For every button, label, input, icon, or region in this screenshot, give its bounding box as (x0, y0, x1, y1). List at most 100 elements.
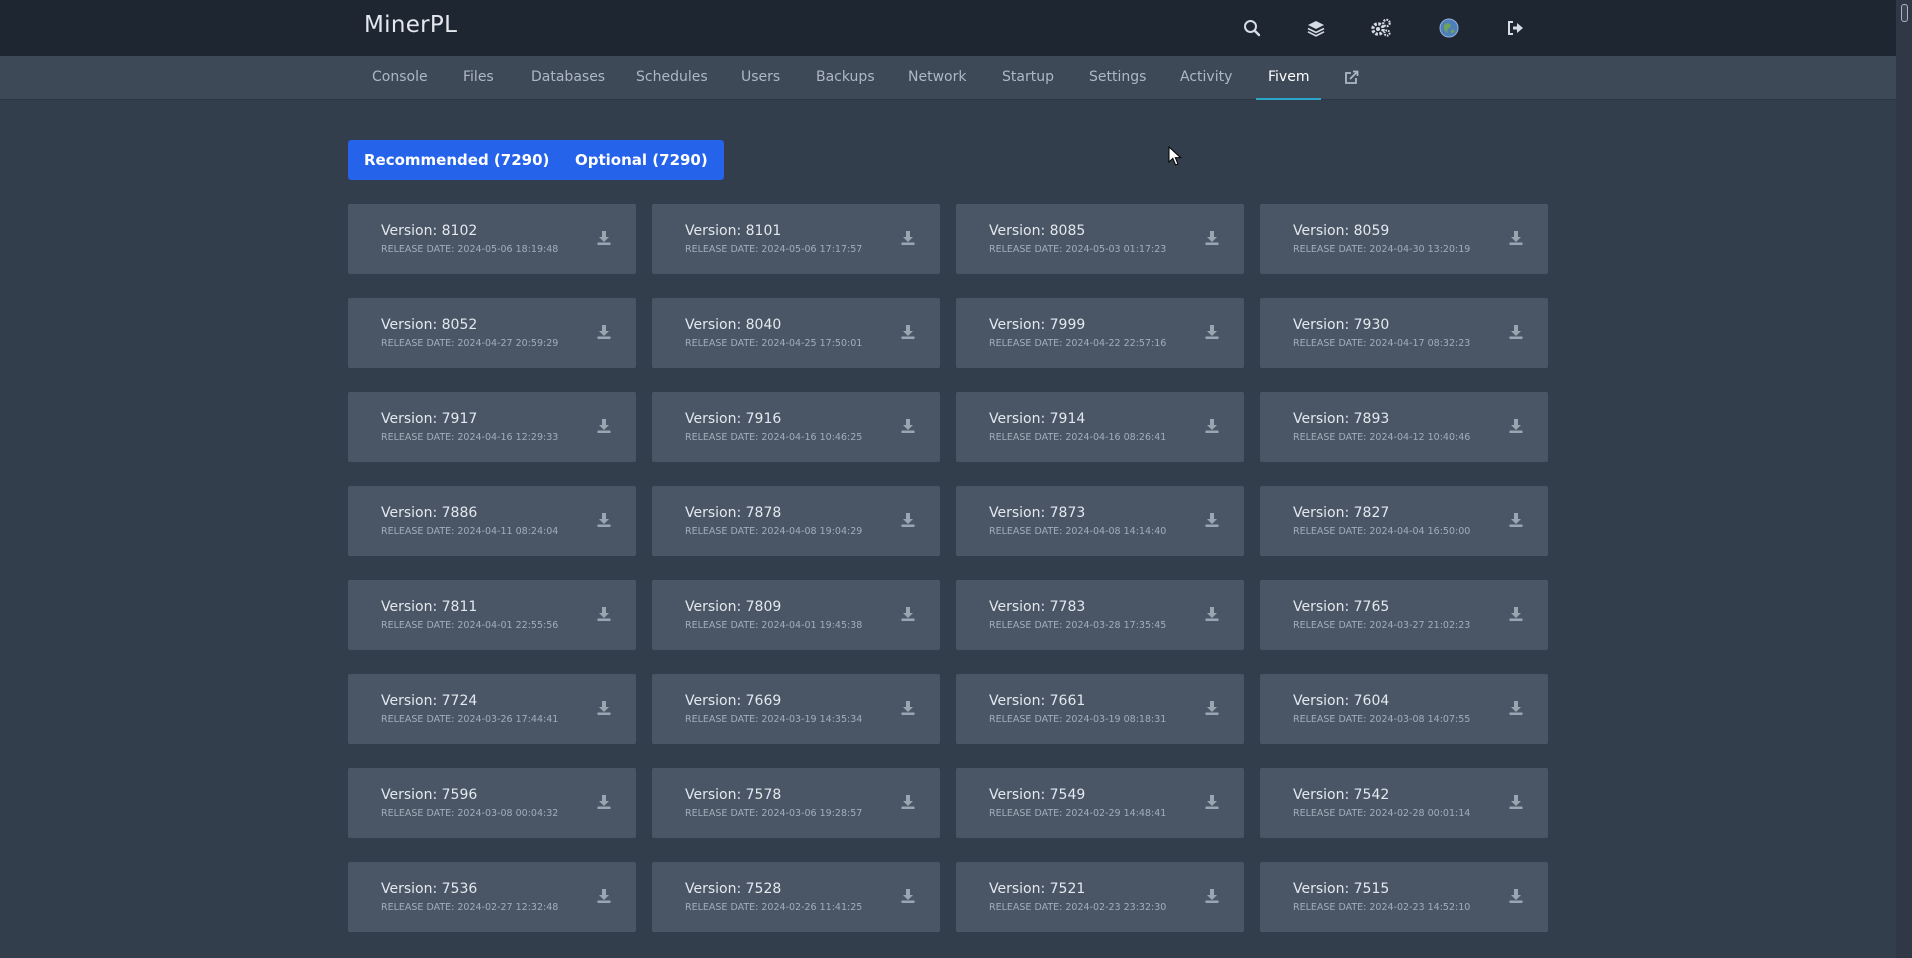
layers-icon[interactable] (1304, 16, 1328, 40)
version-card[interactable]: Version: 7515 RELEASE DATE: 2024-02-23 14… (1260, 862, 1548, 932)
release-date: RELEASE DATE: 2024-05-06 18:19:48 (381, 244, 559, 255)
tab-startup[interactable]: Startup (1002, 56, 1054, 100)
download-icon[interactable] (1508, 606, 1524, 622)
download-icon[interactable] (1204, 606, 1220, 622)
scrollbar[interactable] (1896, 0, 1912, 958)
version-card[interactable]: Version: 7596 RELEASE DATE: 2024-03-08 00… (348, 768, 636, 838)
download-icon[interactable] (1508, 418, 1524, 434)
top-header: MinerPL (0, 0, 1896, 56)
download-icon[interactable] (1204, 418, 1220, 434)
version-card[interactable]: Version: 7873 RELEASE DATE: 2024-04-08 14… (956, 486, 1244, 556)
version-card[interactable]: Version: 7542 RELEASE DATE: 2024-02-28 00… (1260, 768, 1548, 838)
version-card[interactable]: Version: 7528 RELEASE DATE: 2024-02-26 11… (652, 862, 940, 932)
version-card[interactable]: Version: 7669 RELEASE DATE: 2024-03-19 14… (652, 674, 940, 744)
version-card[interactable]: Version: 7809 RELEASE DATE: 2024-04-01 19… (652, 580, 940, 650)
version-card[interactable]: Version: 7578 RELEASE DATE: 2024-03-06 19… (652, 768, 940, 838)
download-icon[interactable] (900, 794, 916, 810)
download-icon[interactable] (596, 418, 612, 434)
download-icon[interactable] (1508, 324, 1524, 340)
version-card[interactable]: Version: 8052 RELEASE DATE: 2024-04-27 20… (348, 298, 636, 368)
version-card[interactable]: Version: 7604 RELEASE DATE: 2024-03-08 14… (1260, 674, 1548, 744)
release-date: RELEASE DATE: 2024-04-27 20:59:29 (381, 338, 559, 349)
tab-backups[interactable]: Backups (816, 56, 875, 100)
version-card[interactable]: Version: 7917 RELEASE DATE: 2024-04-16 12… (348, 392, 636, 462)
version-card[interactable]: Version: 8059 RELEASE DATE: 2024-04-30 13… (1260, 204, 1548, 274)
download-icon[interactable] (900, 700, 916, 716)
download-icon[interactable] (1508, 794, 1524, 810)
download-icon[interactable] (1508, 230, 1524, 246)
brand-title[interactable]: MinerPL (364, 12, 457, 38)
release-date: RELEASE DATE: 2024-04-01 19:45:38 (685, 620, 863, 631)
version-card[interactable]: Version: 7827 RELEASE DATE: 2024-04-04 16… (1260, 486, 1548, 556)
version-label: Version: 7886 (381, 505, 478, 521)
download-icon[interactable] (1204, 512, 1220, 528)
version-label: Version: 7893 (1293, 411, 1390, 427)
download-icon[interactable] (596, 324, 612, 340)
download-icon[interactable] (1204, 888, 1220, 904)
download-icon[interactable] (1508, 888, 1524, 904)
version-card[interactable]: Version: 8101 RELEASE DATE: 2024-05-06 17… (652, 204, 940, 274)
release-date: RELEASE DATE: 2024-02-23 14:52:10 (1293, 902, 1471, 913)
version-card[interactable]: Version: 7783 RELEASE DATE: 2024-03-28 17… (956, 580, 1244, 650)
download-icon[interactable] (900, 230, 916, 246)
version-card[interactable]: Version: 7724 RELEASE DATE: 2024-03-26 17… (348, 674, 636, 744)
recommended-button[interactable]: Recommended (7290) (348, 140, 566, 180)
tab-fivem[interactable]: Fivem (1255, 56, 1323, 100)
tab-console[interactable]: Console (372, 56, 428, 100)
tab-settings[interactable]: Settings (1089, 56, 1146, 100)
version-card[interactable]: Version: 7878 RELEASE DATE: 2024-04-08 19… (652, 486, 940, 556)
download-icon[interactable] (1204, 230, 1220, 246)
version-label: Version: 7916 (685, 411, 782, 427)
external-link-icon[interactable] (1343, 70, 1359, 86)
version-card[interactable]: Version: 7930 RELEASE DATE: 2024-04-17 08… (1260, 298, 1548, 368)
version-card[interactable]: Version: 7999 RELEASE DATE: 2024-04-22 22… (956, 298, 1244, 368)
download-icon[interactable] (1204, 700, 1220, 716)
search-icon[interactable] (1240, 16, 1264, 40)
tab-databases[interactable]: Databases (531, 56, 605, 100)
logout-icon[interactable] (1503, 16, 1527, 40)
download-icon[interactable] (1508, 512, 1524, 528)
version-card[interactable]: Version: 7893 RELEASE DATE: 2024-04-12 10… (1260, 392, 1548, 462)
version-card[interactable]: Version: 7521 RELEASE DATE: 2024-02-23 23… (956, 862, 1244, 932)
version-card[interactable]: Version: 7886 RELEASE DATE: 2024-04-11 08… (348, 486, 636, 556)
release-date: RELEASE DATE: 2024-03-26 17:44:41 (381, 714, 559, 725)
release-date: RELEASE DATE: 2024-02-27 12:32:48 (381, 902, 559, 913)
avatar[interactable] (1437, 16, 1461, 40)
version-card[interactable]: Version: 7914 RELEASE DATE: 2024-04-16 08… (956, 392, 1244, 462)
download-icon[interactable] (900, 888, 916, 904)
release-date: RELEASE DATE: 2024-02-23 23:32:30 (989, 902, 1167, 913)
download-icon[interactable] (1204, 794, 1220, 810)
version-label: Version: 7549 (989, 787, 1086, 803)
download-icon[interactable] (900, 606, 916, 622)
download-icon[interactable] (596, 700, 612, 716)
tab-activity[interactable]: Activity (1180, 56, 1232, 100)
release-date: RELEASE DATE: 2024-04-30 13:20:19 (1293, 244, 1471, 255)
download-icon[interactable] (900, 324, 916, 340)
tab-network[interactable]: Network (908, 56, 966, 100)
download-icon[interactable] (1508, 700, 1524, 716)
version-card[interactable]: Version: 7661 RELEASE DATE: 2024-03-19 08… (956, 674, 1244, 744)
optional-button[interactable]: Optional (7290) (559, 140, 724, 180)
version-card[interactable]: Version: 7811 RELEASE DATE: 2024-04-01 22… (348, 580, 636, 650)
version-card[interactable]: Version: 8102 RELEASE DATE: 2024-05-06 18… (348, 204, 636, 274)
release-date: RELEASE DATE: 2024-04-01 22:55:56 (381, 620, 559, 631)
version-card[interactable]: Version: 8040 RELEASE DATE: 2024-04-25 17… (652, 298, 940, 368)
download-icon[interactable] (596, 794, 612, 810)
download-icon[interactable] (596, 512, 612, 528)
settings-icon[interactable] (1369, 16, 1393, 40)
tab-schedules[interactable]: Schedules (636, 56, 708, 100)
version-card[interactable]: Version: 7765 RELEASE DATE: 2024-03-27 21… (1260, 580, 1548, 650)
download-icon[interactable] (900, 418, 916, 434)
tab-users[interactable]: Users (741, 56, 780, 100)
download-icon[interactable] (596, 888, 612, 904)
version-card[interactable]: Version: 7536 RELEASE DATE: 2024-02-27 12… (348, 862, 636, 932)
version-card[interactable]: Version: 7549 RELEASE DATE: 2024-02-29 14… (956, 768, 1244, 838)
version-card[interactable]: Version: 7916 RELEASE DATE: 2024-04-16 10… (652, 392, 940, 462)
download-icon[interactable] (596, 606, 612, 622)
tab-files[interactable]: Files (463, 56, 494, 100)
download-icon[interactable] (596, 230, 612, 246)
version-card[interactable]: Version: 8085 RELEASE DATE: 2024-05-03 01… (956, 204, 1244, 274)
download-icon[interactable] (1204, 324, 1220, 340)
scrollbar-thumb[interactable] (1901, 4, 1908, 22)
download-icon[interactable] (900, 512, 916, 528)
